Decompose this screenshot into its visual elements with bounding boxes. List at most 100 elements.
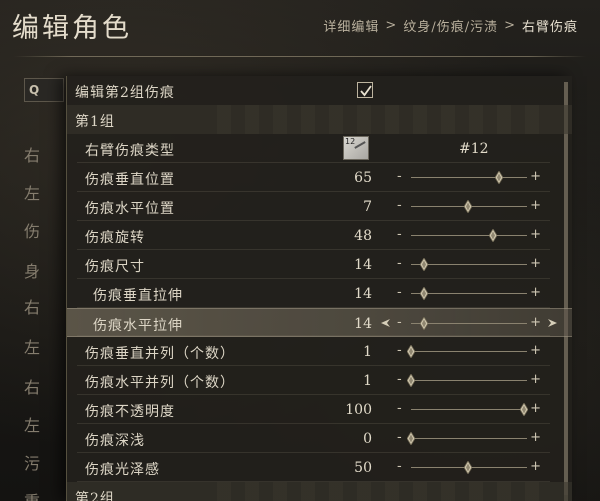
increase-button[interactable]: + [530, 227, 541, 242]
slider-label: 伤痕水平并列（个数） [85, 375, 235, 391]
category-item[interactable]: 右 [24, 374, 40, 398]
category-item[interactable]: 污 [24, 450, 40, 474]
increase-button[interactable]: + [530, 285, 541, 300]
edit-group2-label: 编辑第2组伤痕 [75, 85, 175, 101]
slider-control[interactable]: - + [393, 221, 543, 250]
decrease-button[interactable]: - [397, 198, 402, 213]
slider-value: 14 [354, 286, 372, 302]
decrease-button[interactable]: - [397, 256, 402, 271]
decrease-button[interactable]: - [397, 343, 402, 358]
slider-label: 伤痕垂直并列（个数） [85, 346, 235, 362]
settings-panel: 编辑第2组伤痕 第1组 右臂伤痕类型 12 #12 伤痕垂直位置 65- + 伤痕水平… [66, 76, 572, 501]
decrease-button[interactable]: - [397, 430, 402, 445]
decrease-button[interactable]: - [397, 401, 402, 416]
decrease-button[interactable]: - [397, 169, 402, 184]
slider-knob[interactable] [495, 171, 504, 184]
slider-label: 伤痕光泽感 [85, 462, 160, 478]
slider-row[interactable]: 伤痕水平拉伸 14- + [67, 308, 572, 337]
edit-group2-row[interactable]: 编辑第2组伤痕 [67, 76, 572, 105]
slider-control[interactable]: - + [393, 163, 543, 192]
slider-row[interactable]: 伤痕水平位置 7- + [67, 192, 572, 221]
increase-button[interactable]: + [530, 198, 541, 213]
slider-control[interactable]: - + [393, 309, 543, 338]
slider-track[interactable] [411, 323, 527, 324]
increase-button[interactable]: + [530, 401, 541, 416]
category-item[interactable]: 左 [24, 180, 40, 204]
slider-row[interactable]: 伤痕水平并列（个数） 1- + [67, 366, 572, 395]
slider-control[interactable]: - + [393, 279, 543, 308]
category-item[interactable]: 伤 [24, 218, 40, 242]
slider-label: 伤痕垂直拉伸 [93, 288, 183, 304]
decrease-button[interactable]: - [397, 315, 402, 330]
ornament-pattern [217, 105, 542, 134]
slider-track[interactable] [411, 293, 527, 294]
search-input[interactable]: Q [24, 78, 64, 102]
slider-knob[interactable] [489, 229, 498, 242]
arrow-left-icon[interactable] [379, 317, 391, 329]
slider-label: 伤痕水平位置 [85, 201, 175, 217]
slider-control[interactable]: - + [393, 424, 543, 453]
increase-button[interactable]: + [530, 256, 541, 271]
group1-header: 第1组 [67, 105, 572, 134]
slider-knob[interactable] [519, 403, 528, 416]
slider-row[interactable]: 伤痕尺寸 14- + [67, 250, 572, 279]
slider-knob[interactable] [407, 345, 415, 358]
category-item[interactable]: 右 [24, 142, 40, 166]
breadcrumb-tattoo-scar-stain[interactable]: 纹身/伤痕/污渍 [403, 16, 498, 35]
scar-type-row[interactable]: 右臂伤痕类型 12 #12 [67, 134, 572, 163]
slider-knob[interactable] [407, 432, 415, 445]
increase-button[interactable]: + [530, 343, 541, 358]
slider-row[interactable]: 伤痕旋转 48- + [67, 221, 572, 250]
decrease-button[interactable]: - [397, 459, 402, 474]
arrow-right-icon[interactable] [547, 317, 559, 329]
category-item[interactable]: 身 [24, 258, 40, 282]
slider-control[interactable]: - + [393, 337, 543, 366]
slider-control[interactable]: - + [393, 395, 543, 424]
slider-track[interactable] [411, 409, 527, 410]
slider-track[interactable] [411, 380, 527, 381]
slider-label: 伤痕水平拉伸 [93, 318, 183, 334]
slider-knob[interactable] [463, 200, 472, 213]
slider-knob[interactable] [419, 258, 428, 271]
category-item[interactable]: 左 [24, 412, 40, 436]
slider-control[interactable]: - + [393, 366, 543, 395]
edit-group2-checkbox[interactable] [357, 82, 373, 98]
slider-knob[interactable] [463, 461, 472, 474]
scar-type-label: 右臂伤痕类型 [85, 143, 175, 159]
slider-row[interactable]: 伤痕光泽感 50- + [67, 453, 572, 482]
decrease-button[interactable]: - [397, 227, 402, 242]
decrease-button[interactable]: - [397, 372, 402, 387]
slider-label: 伤痕垂直位置 [85, 172, 175, 188]
increase-button[interactable]: + [530, 459, 541, 474]
slider-knob[interactable] [407, 374, 415, 387]
slider-control[interactable]: - + [393, 250, 543, 279]
breadcrumb-separator: > [385, 18, 398, 33]
category-item[interactable]: 左 [24, 334, 40, 358]
decrease-button[interactable]: - [397, 285, 402, 300]
slider-row[interactable]: 伤痕垂直位置 65- + [67, 163, 572, 192]
slider-track[interactable] [411, 438, 527, 439]
slider-control[interactable]: - + [393, 192, 543, 221]
page-title: 编辑角色 [12, 13, 132, 44]
increase-button[interactable]: + [530, 315, 541, 330]
slider-row[interactable]: 伤痕垂直并列（个数） 1- + [67, 337, 572, 366]
category-item[interactable]: 右 [24, 294, 40, 318]
scar-type-thumb-number: 12 [345, 137, 356, 146]
scar-type-thumbnail[interactable]: 12 [343, 136, 369, 160]
slider-knob[interactable] [419, 287, 428, 300]
slider-knob[interactable] [419, 317, 428, 330]
slider-row[interactable]: 伤痕不透明度 100- + [67, 395, 572, 424]
increase-button[interactable]: + [530, 169, 541, 184]
slider-value: 100 [345, 402, 372, 418]
slider-row[interactable]: 伤痕垂直拉伸 14- + [67, 279, 572, 308]
slider-track[interactable] [411, 235, 527, 236]
slider-track[interactable] [411, 177, 527, 178]
category-item[interactable]: 重 [24, 488, 40, 501]
slider-row[interactable]: 伤痕深浅 0- + [67, 424, 572, 453]
slider-control[interactable]: - + [393, 453, 543, 482]
breadcrumb-detail-edit[interactable]: 详细编辑 [323, 16, 379, 35]
slider-track[interactable] [411, 351, 527, 352]
increase-button[interactable]: + [530, 372, 541, 387]
increase-button[interactable]: + [530, 430, 541, 445]
slider-track[interactable] [411, 264, 527, 265]
